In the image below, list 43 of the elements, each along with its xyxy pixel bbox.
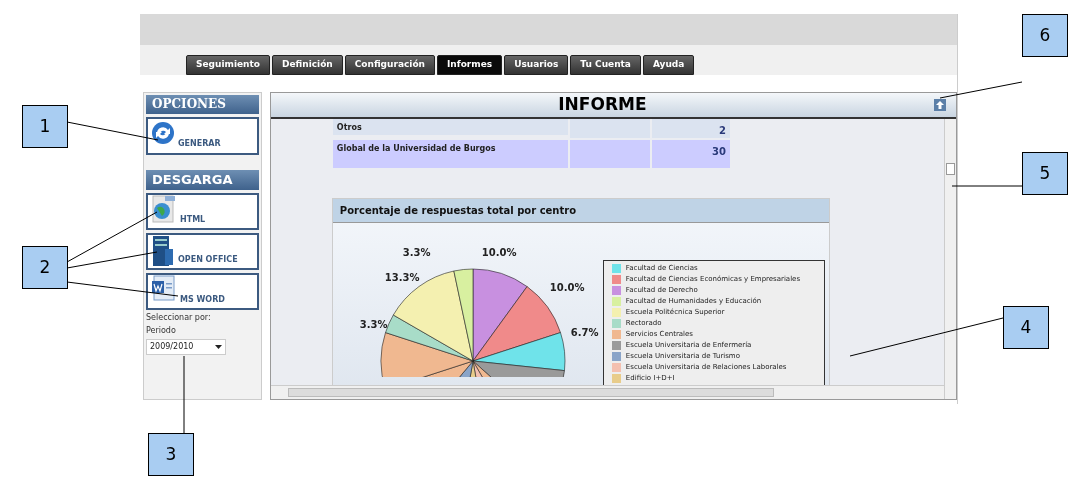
upload-icon[interactable] (934, 99, 946, 111)
nav-tab[interactable]: Ayuda (642, 55, 695, 75)
nav-tab[interactable]: Tu Cuenta (570, 55, 641, 75)
horizontal-scrollbar[interactable] (270, 385, 944, 399)
table-cell: Global de la Universidad de Burgos (332, 140, 568, 168)
callout-number: 1 (22, 105, 68, 148)
download-button[interactable]: MS WORD (146, 273, 259, 310)
nav-tab[interactable]: Definición (272, 55, 343, 75)
period-label: Periodo (146, 326, 177, 336)
scroll-thumb[interactable] (946, 163, 955, 175)
percent-label: 10.0% (481, 246, 517, 260)
period-select[interactable]: 2009/2010 (146, 339, 226, 355)
callout-number: 6 (1022, 14, 1068, 57)
percent-label: 3.3% (402, 246, 431, 260)
word-document-icon (151, 275, 177, 301)
callout-number: 4 (1003, 306, 1049, 349)
chart-title: Porcentaje de respuestas total por centro (332, 199, 829, 223)
section-header: OPCIONES (146, 95, 259, 114)
nav-tab[interactable]: Seguimiento (186, 55, 270, 75)
dropdown-caret-icon (215, 345, 222, 349)
percent-label: 10.0% (549, 281, 585, 295)
nav-tab[interactable]: Informes (437, 55, 503, 75)
section-header: DESGARGA (146, 170, 259, 190)
download-button[interactable]: HTML (146, 193, 259, 230)
callout-number: 5 (1022, 152, 1068, 195)
table-cell: Otros (332, 119, 568, 135)
nav-tab[interactable]: Configuración (344, 55, 435, 75)
callout-number: 3 (148, 433, 194, 476)
globe-document-icon (151, 195, 177, 223)
percent-label: 13.3% (384, 271, 420, 285)
table-cell: 30 (651, 140, 730, 168)
percent-label: 6.7% (570, 326, 599, 340)
document-stack-icon (151, 235, 175, 267)
vertical-scrollbar[interactable] (944, 119, 956, 399)
nav-tab[interactable]: Usuarios (504, 55, 569, 75)
filter-label: Seleccionar por: (146, 313, 212, 323)
download-button[interactable]: OPEN OFFICE (146, 233, 259, 270)
table-cell: 2 (651, 119, 730, 138)
report-title: INFORME (557, 93, 648, 117)
callout-number: 2 (22, 246, 68, 289)
percent-label: 3.3% (359, 318, 388, 332)
generate-button[interactable]: GENERAR (146, 117, 259, 155)
refresh-icon (151, 121, 175, 145)
